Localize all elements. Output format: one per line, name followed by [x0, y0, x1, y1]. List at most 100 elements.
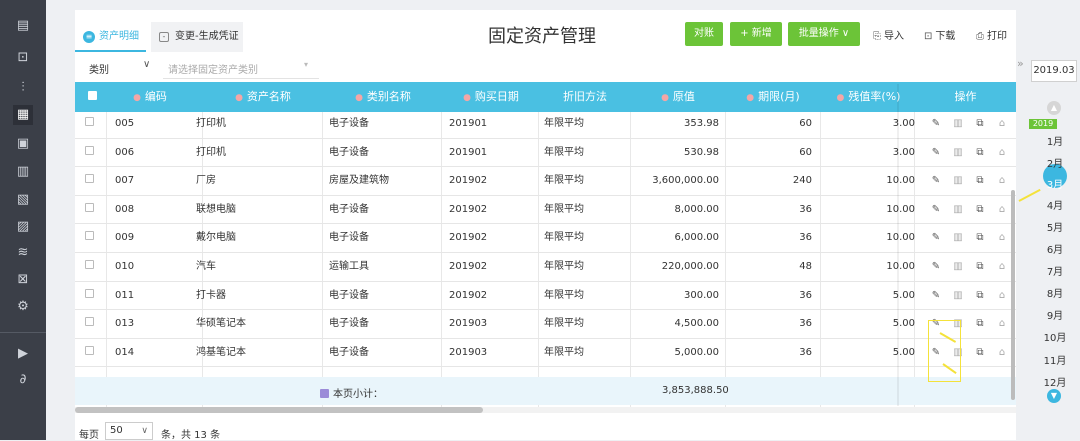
table-row[interactable]: 009 戴尔电脑 电子设备 201902 年限平均 6,000.00 36 10.00 ✎ ▥ ⧉ ⌂: [75, 224, 1016, 253]
delete-icon[interactable]: ▥: [953, 175, 963, 186]
copy-icon[interactable]: ⧉: [975, 318, 985, 329]
table-row[interactable]: 007 厂房 房屋及建筑物 201902 年限平均 3,600,000.00 240 10.0…: [75, 167, 1016, 196]
sidebar-upload-icon[interactable]: ⊡: [13, 48, 33, 68]
column-header-value[interactable]: ● 原值: [631, 82, 725, 112]
scroll-down-icon[interactable]: ▼: [1047, 389, 1061, 403]
tab-asset-detail[interactable]: ≡ 资产明细: [75, 22, 146, 52]
dispose-icon[interactable]: ⌂: [997, 232, 1007, 243]
row-checkbox[interactable]: [85, 139, 99, 167]
row-checkbox[interactable]: [85, 196, 99, 224]
copy-icon[interactable]: ⧉: [975, 147, 985, 158]
row-checkbox[interactable]: [85, 110, 99, 138]
collapse-panel-icon[interactable]: »: [1017, 57, 1024, 70]
period-year-field[interactable]: 2019.03: [1031, 60, 1077, 82]
add-button[interactable]: + 新增: [730, 22, 782, 46]
month-item-7[interactable]: 7月: [1040, 263, 1070, 278]
table-row[interactable]: 013 华硕笔记本 电子设备 201903 年限平均 4,500.00 36 5.00 ✎ ▥ ⧉ ⌂: [75, 310, 1016, 339]
dispose-icon[interactable]: ⌂: [997, 318, 1007, 329]
print-button[interactable]: ⎙ 打印: [976, 27, 1007, 42]
delete-icon[interactable]: ▥: [953, 118, 963, 129]
edit-icon[interactable]: ✎: [931, 147, 941, 158]
edit-icon[interactable]: ✎: [931, 290, 941, 301]
table-row[interactable]: 006 打印机 电子设备 201901 年限平均 530.98 60 3.00 ✎ ▥ ⧉ ⌂: [75, 139, 1016, 168]
month-item-9[interactable]: 9月: [1040, 307, 1070, 322]
delete-icon[interactable]: ▥: [953, 290, 963, 301]
column-header-term[interactable]: ● 期限(月): [725, 82, 821, 112]
month-item-1[interactable]: 1月: [1040, 133, 1070, 148]
category-type-input[interactable]: 请选择固定资产类别: [168, 61, 258, 76]
copy-icon[interactable]: ⧉: [975, 204, 985, 215]
column-header-category[interactable]: ● 类别名称: [323, 82, 443, 112]
month-item-12[interactable]: 12月: [1040, 374, 1070, 389]
category-select[interactable]: 类别: [89, 61, 109, 76]
table-row[interactable]: 005 打印机 电子设备 201901 年限平均 353.98 60 3.00 ✎ ▥ ⧉ ⌂: [75, 110, 1016, 139]
horizontal-scrollbar[interactable]: [75, 407, 1016, 413]
month-item-6[interactable]: 6月: [1040, 241, 1070, 256]
dispose-icon[interactable]: ⌂: [997, 290, 1007, 301]
edit-icon[interactable]: ✎: [931, 118, 941, 129]
edit-icon[interactable]: ✎: [931, 232, 941, 243]
copy-icon[interactable]: ⧉: [975, 232, 985, 243]
table-row[interactable]: 010 汽车 运输工具 201902 年限平均 220,000.00 48 10.00 ✎ ▥ ⧉ ⌂: [75, 253, 1016, 282]
column-header-name[interactable]: ● 资产名称: [203, 82, 323, 112]
table-row[interactable]: 011 打卡器 电子设备 201902 年限平均 300.00 36 5.00 ✎ ▥ ⧉ ⌂: [75, 282, 1016, 311]
column-header-residual[interactable]: ● 残值率(%): [821, 82, 916, 112]
download-button[interactable]: ⊡ 下载: [924, 27, 955, 42]
month-item-4[interactable]: 4月: [1040, 197, 1070, 212]
edit-icon[interactable]: ✎: [931, 175, 941, 186]
dispose-icon[interactable]: ⌂: [997, 261, 1007, 272]
dispose-icon[interactable]: ⌂: [997, 118, 1007, 129]
row-checkbox[interactable]: [85, 339, 99, 367]
column-header-date[interactable]: ● 购买日期: [443, 82, 539, 112]
row-checkbox[interactable]: [85, 253, 99, 281]
sidebar-search-icon[interactable]: ⊠: [13, 270, 33, 290]
sidebar-gear-icon[interactable]: ⚙: [13, 297, 33, 317]
sidebar-play-icon[interactable]: ▶: [13, 344, 33, 364]
import-button[interactable]: ⎘ 导入: [873, 27, 904, 42]
delete-icon[interactable]: ▥: [953, 261, 963, 272]
sidebar-chart-icon[interactable]: ⫶: [13, 78, 33, 98]
row-checkbox[interactable]: [85, 167, 99, 195]
delete-icon[interactable]: ▥: [953, 232, 963, 243]
scroll-up-icon[interactable]: ▲: [1047, 101, 1061, 115]
row-checkbox[interactable]: [85, 282, 99, 310]
dispose-icon[interactable]: ⌂: [997, 347, 1007, 358]
row-checkbox[interactable]: [85, 310, 99, 338]
copy-icon[interactable]: ⧉: [975, 290, 985, 301]
month-item-5[interactable]: 5月: [1040, 219, 1070, 234]
sidebar-home-icon[interactable]: ▤: [13, 16, 33, 36]
delete-icon[interactable]: ▥: [953, 147, 963, 158]
edit-icon[interactable]: ✎: [931, 204, 941, 215]
table-row[interactable]: 008 联想电脑 电子设备 201902 年限平均 8,000.00 36 10.00 ✎ ▥ ⧉ ⌂: [75, 196, 1016, 225]
edit-icon[interactable]: ✎: [931, 261, 941, 272]
copy-icon[interactable]: ⧉: [975, 118, 985, 129]
sidebar-calendar-icon[interactable]: ▣: [13, 134, 33, 154]
sidebar-asset-icon[interactable]: ▦: [13, 105, 33, 125]
sidebar-stack-icon[interactable]: ≋: [13, 243, 33, 263]
row-checkbox[interactable]: [85, 224, 99, 252]
vertical-scrollbar[interactable]: [1011, 190, 1015, 400]
month-item-11[interactable]: 11月: [1040, 352, 1070, 367]
select-all-checkbox[interactable]: [85, 82, 99, 112]
column-header-code[interactable]: ● 编码: [107, 82, 193, 112]
month-item-8[interactable]: 8月: [1040, 285, 1070, 300]
reconcile-button[interactable]: 对账: [685, 22, 723, 46]
sidebar-ledger-icon[interactable]: ▥: [13, 162, 33, 182]
dispose-icon[interactable]: ⌂: [997, 204, 1007, 215]
table-row[interactable]: 014 鸿基笔记本 电子设备 201903 年限平均 5,000.00 36 5.00 ✎ ▥ ⧉ ⌂: [75, 339, 1016, 368]
dispose-icon[interactable]: ⌂: [997, 147, 1007, 158]
sidebar-report-icon[interactable]: ▨: [13, 217, 33, 237]
tab-voucher[interactable]: - 变更-生成凭证: [151, 22, 243, 52]
copy-icon[interactable]: ⧉: [975, 347, 985, 358]
sidebar-inventory-icon[interactable]: ▧: [13, 190, 33, 210]
delete-icon[interactable]: ▥: [953, 204, 963, 215]
month-item-2[interactable]: 2月: [1040, 155, 1070, 170]
per-page-select[interactable]: 50 ∨: [105, 422, 153, 440]
sidebar-link-icon[interactable]: ∂: [13, 370, 33, 390]
month-item-10[interactable]: 10月: [1040, 329, 1070, 344]
chevron-down-icon[interactable]: ∨: [143, 59, 150, 70]
chevron-down-icon[interactable]: ▾: [304, 60, 308, 69]
month-item-3[interactable]: 3月: [1040, 176, 1070, 191]
copy-icon[interactable]: ⧉: [975, 261, 985, 272]
column-header-method[interactable]: 折旧方法: [539, 82, 631, 112]
